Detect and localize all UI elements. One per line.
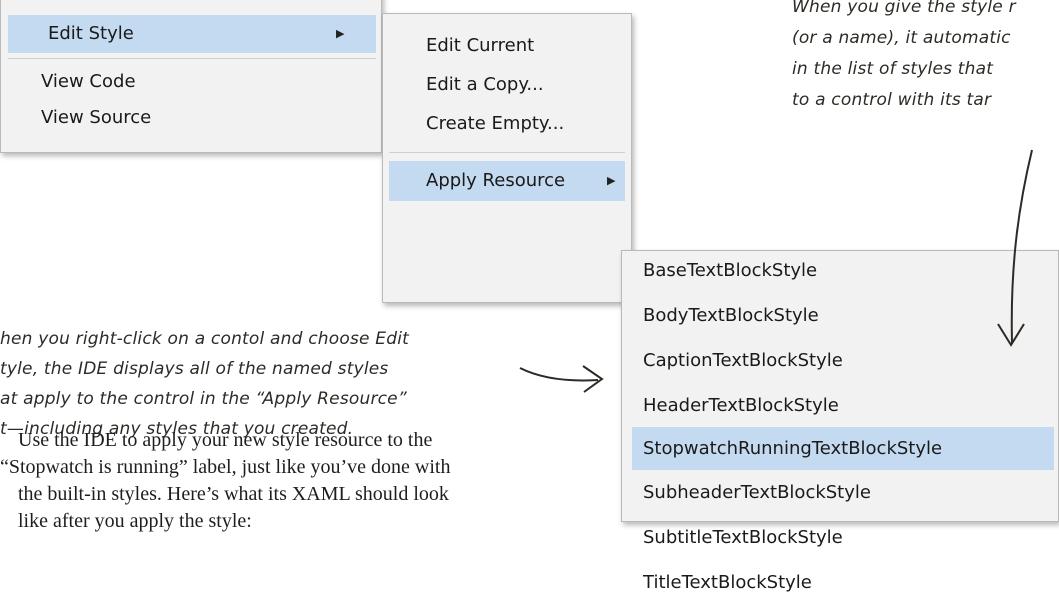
resource-item-label: SubtitleTextBlockStyle	[643, 527, 843, 548]
annotation-arrows	[519, 149, 1033, 393]
resource-item[interactable]: TitleTextBlockStyle	[622, 563, 1058, 603]
resource-item[interactable]: SubtitleTextBlockStyle	[622, 518, 1058, 558]
annotation-arrow-down	[1010, 149, 1033, 344]
annotation-arrow-right	[519, 367, 599, 382]
resource-item-label: TitleTextBlockStyle	[643, 572, 812, 593]
arrowhead-right	[582, 365, 604, 393]
